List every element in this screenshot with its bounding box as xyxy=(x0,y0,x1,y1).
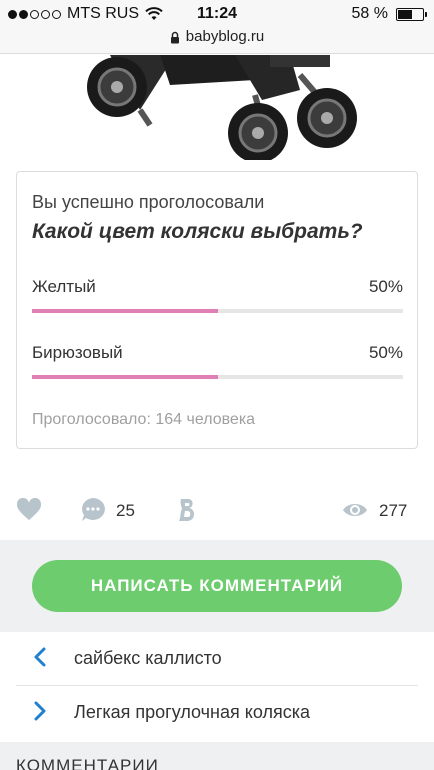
comment-button-area: НАПИСАТЬ КОММЕНТАРИЙ xyxy=(0,540,434,632)
speech-bubble-icon[interactable] xyxy=(80,497,106,523)
next-post-title: Легкая прогулочная коляска xyxy=(74,702,310,722)
poll-option-label: Желтый xyxy=(32,277,96,296)
post-stats-row: 25 277 xyxy=(0,490,434,530)
comments-title: КОММЕНТАРИИ xyxy=(16,756,159,770)
chevron-right-icon xyxy=(34,701,46,721)
poll-option: Желтый 50% xyxy=(32,277,403,313)
chevron-left-icon xyxy=(34,647,46,667)
poll-option: Бирюзовый 50% xyxy=(32,343,403,379)
status-bar-right: 58 % xyxy=(351,5,427,23)
poll-bar-fill xyxy=(32,309,218,313)
status-bar: MTS RUS 11:24 58 % xyxy=(0,0,434,28)
lock-icon xyxy=(170,31,179,44)
stroller-image xyxy=(87,55,357,160)
poll-card: Вы успешно проголосовали Какой цвет коля… xyxy=(16,171,418,449)
comments-section-header: КОММЕНТАРИИ xyxy=(0,742,434,770)
url-text: babyblog.ru xyxy=(185,28,265,45)
poll-bar-track xyxy=(32,309,403,313)
heart-icon[interactable] xyxy=(16,498,42,522)
address-bar[interactable]: babyblog.ru xyxy=(0,28,434,54)
battery-icon xyxy=(396,7,427,21)
battery-percent: 58 % xyxy=(351,5,388,22)
eye-icon xyxy=(343,504,367,516)
prev-post-link[interactable]: сайбекс каллисто xyxy=(16,632,418,686)
views-count: 277 xyxy=(379,501,408,520)
write-comment-button[interactable]: НАПИСАТЬ КОММЕНТАРИЙ xyxy=(32,560,402,612)
poll-option-label: Бирюзовый xyxy=(32,343,123,362)
stroller-wheel-left xyxy=(87,57,147,117)
prev-post-title: сайбекс каллисто xyxy=(74,648,222,668)
babyblog-b-icon[interactable] xyxy=(176,497,200,523)
poll-status-text: Вы успешно проголосовали xyxy=(32,192,265,212)
poll-bar-fill xyxy=(32,375,218,379)
next-post-link[interactable]: Легкая прогулочная коляска xyxy=(16,686,418,740)
comments-count: 25 xyxy=(116,501,135,520)
poll-option-percent: 50% xyxy=(368,343,403,362)
poll-bar-track xyxy=(32,375,403,379)
poll-option-percent: 50% xyxy=(368,277,403,296)
battery-fill xyxy=(398,9,412,19)
poll-vote-count: Проголосовало: 164 человека xyxy=(32,411,256,428)
stroller-wheel-middle xyxy=(228,103,288,160)
poll-question: Какой цвет коляски выбрать? xyxy=(32,220,363,243)
stroller-wheel-right xyxy=(297,88,357,148)
